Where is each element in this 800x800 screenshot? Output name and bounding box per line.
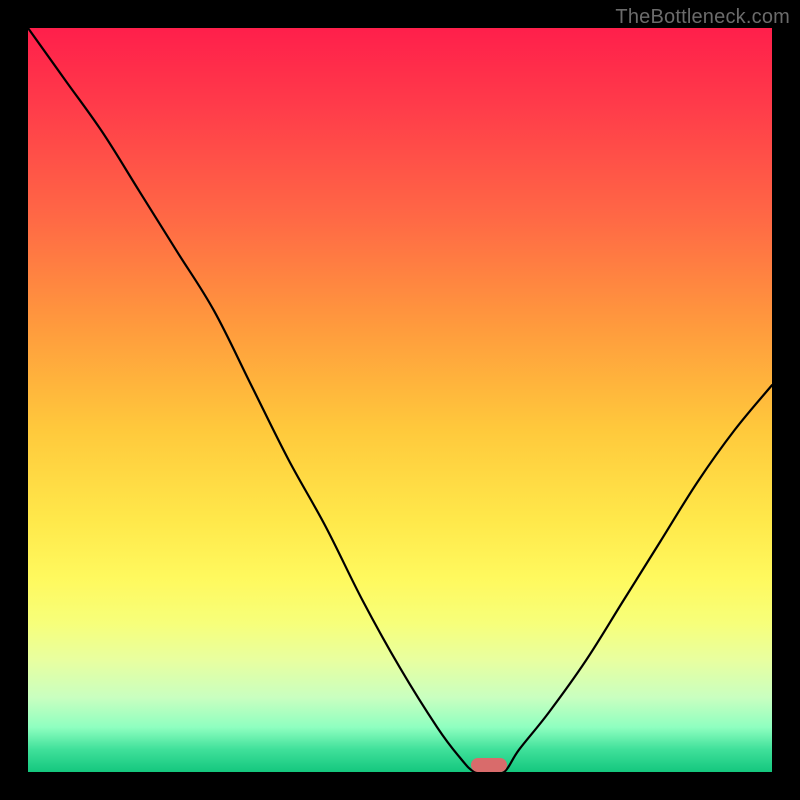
bottleneck-curve <box>28 28 772 772</box>
plot-area <box>28 28 772 772</box>
chart-frame: TheBottleneck.com <box>0 0 800 800</box>
optimum-marker <box>471 758 507 772</box>
watermark-text: TheBottleneck.com <box>615 6 790 29</box>
